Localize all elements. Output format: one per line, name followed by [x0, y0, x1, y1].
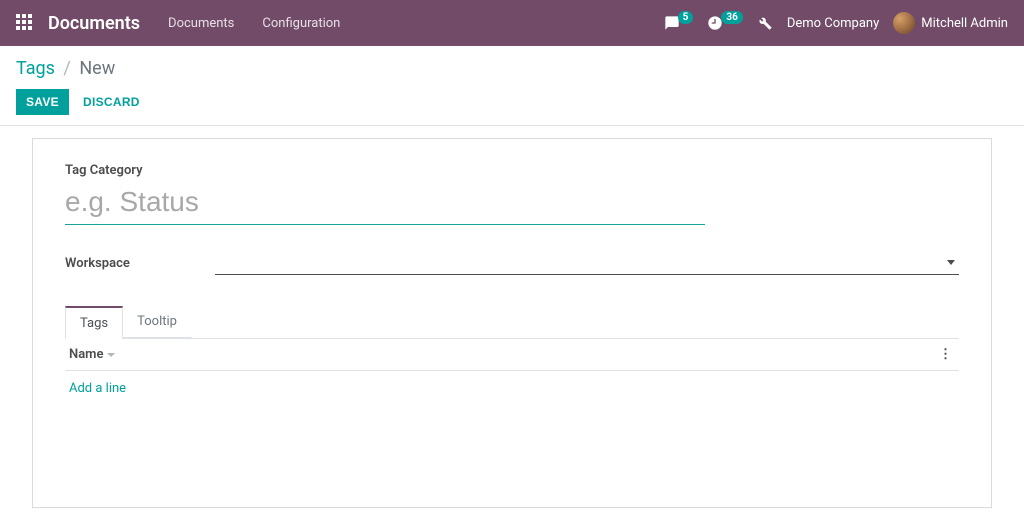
- sort-caret-icon: [107, 353, 115, 357]
- form-sheet: Tag Category Workspace Tags Tooltip Name: [32, 138, 992, 508]
- notebook: Tags Tooltip Name ⋮ Add a line: [65, 305, 959, 459]
- navbar: Documents Documents Configuration 5 36 D…: [0, 0, 1024, 46]
- column-name-label: Name: [69, 347, 103, 362]
- tag-category-input[interactable]: [65, 182, 705, 225]
- save-button[interactable]: Save: [16, 89, 69, 115]
- control-panel: Tags / New Save Discard: [0, 46, 1024, 126]
- company-name: Demo Company: [787, 16, 879, 31]
- cp-buttons: Save Discard: [16, 89, 1008, 115]
- activities-button[interactable]: 36: [707, 15, 742, 31]
- breadcrumb: Tags / New: [16, 58, 1008, 79]
- workspace-label: Workspace: [65, 256, 215, 271]
- messages-button[interactable]: 5: [664, 15, 694, 31]
- list-header: Name ⋮: [65, 339, 959, 371]
- app-title[interactable]: Documents: [48, 13, 140, 34]
- avatar: [893, 12, 915, 34]
- nav-documents[interactable]: Documents: [168, 16, 234, 31]
- column-name[interactable]: Name: [69, 347, 115, 362]
- breadcrumb-current: New: [79, 58, 115, 79]
- workspace-select[interactable]: [215, 253, 959, 275]
- discard-button[interactable]: Discard: [79, 89, 144, 115]
- company-switcher[interactable]: Demo Company: [787, 16, 879, 31]
- nav-configuration[interactable]: Configuration: [262, 16, 340, 31]
- tab-tags[interactable]: Tags: [65, 306, 123, 339]
- apps-icon[interactable]: [16, 14, 34, 32]
- activities-badge: 36: [721, 11, 742, 24]
- workspace-field: Workspace: [65, 253, 959, 275]
- systray: 5 36 Demo Company Mitchell Admin: [664, 12, 1008, 34]
- tag-category-label: Tag Category: [65, 163, 705, 178]
- messages-badge: 5: [678, 11, 694, 24]
- tabbar: Tags Tooltip: [65, 305, 959, 339]
- form-container: Tag Category Workspace Tags Tooltip Name: [0, 126, 1024, 532]
- breadcrumb-root[interactable]: Tags: [16, 58, 55, 79]
- add-line-button[interactable]: Add a line: [65, 371, 959, 406]
- tab-tooltip[interactable]: Tooltip: [122, 305, 192, 338]
- wrench-icon: [757, 15, 773, 31]
- user-menu[interactable]: Mitchell Admin: [893, 12, 1008, 34]
- tab-content: Name ⋮ Add a line: [65, 339, 959, 459]
- user-name: Mitchell Admin: [921, 16, 1008, 31]
- kebab-menu-icon[interactable]: ⋮: [935, 347, 955, 362]
- debug-button[interactable]: [757, 15, 773, 31]
- tag-category-field: Tag Category: [65, 163, 705, 225]
- breadcrumb-sep: /: [59, 58, 74, 79]
